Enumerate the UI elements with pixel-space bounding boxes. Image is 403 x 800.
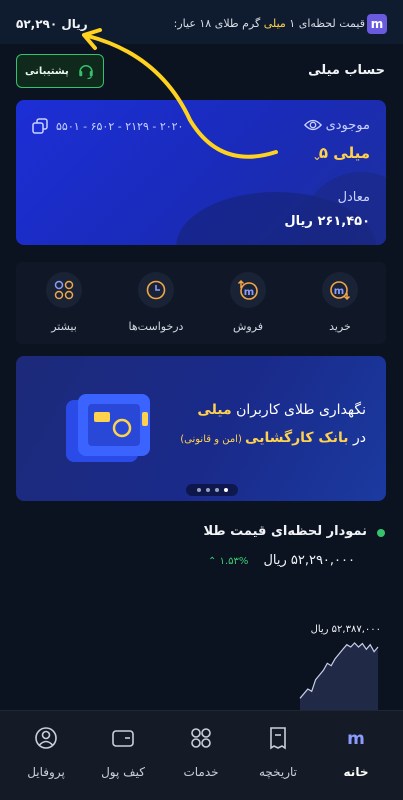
copy-icon[interactable] (32, 118, 48, 134)
banner-text: در (348, 430, 366, 446)
profile-icon (35, 727, 57, 749)
home-icon: m (347, 729, 365, 749)
svg-text:m: m (334, 286, 344, 297)
card-decoration (301, 172, 386, 245)
price-ticker-label: قیمت لحظه‌ای ۱ میلی گرم طلای ۱۸ عیار: (174, 17, 365, 30)
support-button[interactable]: پشتیبانی (16, 54, 104, 88)
chart-area-fill (300, 643, 378, 710)
action-label: فروش (232, 320, 264, 333)
chart-title: نمودار لحظه‌ای قیمت طلا (203, 524, 367, 539)
chart-current-value: ۵۲,۲۹۰,۰۰۰ ریال (263, 553, 355, 568)
banner-line-2: در بانک کارگشایی (امن و قانونی) (180, 430, 366, 446)
equivalent-value: ۲۶۱,۴۵۰ ریال (284, 214, 370, 229)
banner-text: نگهداری طلای کاربران (231, 402, 366, 418)
nav-profile[interactable]: پروفایل (10, 725, 82, 785)
support-label: پشتیبانی (25, 65, 69, 77)
nav-wallet[interactable]: کیف پول (87, 725, 159, 785)
chart-change: ⌃ ۱.۵۳% (208, 556, 248, 567)
bottom-navigation: m خانه تاریخچه خدمات کیف پول پروفایل (0, 710, 403, 800)
nav-services[interactable]: خدمات (165, 725, 237, 785)
account-number: ۲۰۲۰ - ۲۱۲۹ - ۶۵۰۲ - ۵۵۰۱ (56, 120, 184, 133)
action-label: خرید (329, 320, 351, 333)
carousel-dot-active[interactable] (223, 488, 228, 492)
up-arrow-icon: ⌃ (208, 556, 217, 567)
ticker-text-1: قیمت لحظه‌ای ۱ (285, 17, 365, 30)
nav-label: تاریخچه (258, 765, 298, 779)
nav-home[interactable]: m خانه (320, 725, 392, 785)
price-line-chart (299, 642, 379, 710)
chart-change-value: ۱.۵۳% (219, 556, 249, 567)
headset-icon (79, 65, 93, 80)
grid-icon (46, 272, 82, 308)
carousel-indicator[interactable] (186, 484, 238, 496)
buy-icon: m (322, 272, 358, 308)
eye-icon[interactable] (304, 117, 322, 133)
carousel-dot[interactable] (214, 488, 219, 492)
action-more[interactable]: بیشتر (18, 262, 110, 344)
quick-actions: m خرید m فروش درخواست‌ها بیشتر (16, 262, 386, 344)
nav-label: خانه (343, 765, 369, 779)
ticker-highlight: میلی (263, 17, 286, 30)
nav-label: خدمات (183, 765, 219, 779)
clock-icon (138, 272, 174, 308)
ticker-text-2: گرم طلای ۱۸ عیار: (173, 17, 264, 30)
wallet-icon (112, 730, 134, 747)
services-icon (191, 728, 211, 748)
action-buy[interactable]: m خرید (294, 262, 386, 344)
equivalent-label: معادل (337, 190, 370, 205)
action-label: بیشتر (51, 320, 77, 333)
banner-highlight: میلی (197, 402, 232, 418)
top-bar: ۵۲,۲۹۰ ریال قیمت لحظه‌ای ۱ میلی گرم طلای… (0, 0, 403, 44)
action-requests[interactable]: درخواست‌ها (110, 262, 202, 344)
balance-value[interactable]: ۵ میلی (319, 144, 370, 162)
banner-highlight: بانک کارگشایی (245, 430, 349, 446)
safe-icon (66, 394, 150, 462)
app-logo-icon: m (367, 14, 387, 34)
nav-history[interactable]: تاریخچه (242, 725, 314, 785)
promo-banner[interactable]: نگهداری طلای کاربران میلی در بانک کارگشا… (16, 356, 386, 501)
balance-label: موجودی (325, 118, 370, 133)
carousel-dot[interactable] (205, 488, 210, 492)
action-sell[interactable]: m فروش (202, 262, 294, 344)
balance-card: ۲۰۲۰ - ۲۱۲۹ - ۶۵۰۲ - ۵۵۰۱ موجودی ⌄ ۵ میل… (16, 100, 386, 245)
nav-label: پروفایل (27, 765, 65, 779)
live-dot (377, 529, 385, 537)
carousel-dot[interactable] (196, 488, 201, 492)
banner-subtext: (امن و قانونی) (180, 434, 246, 445)
nav-label: کیف پول (101, 765, 145, 779)
svg-text:m: m (347, 729, 365, 749)
sell-icon: m (230, 272, 266, 308)
receipt-icon (270, 727, 286, 750)
account-title: حساب میلی (308, 63, 385, 78)
banner-line-1: نگهداری طلای کاربران میلی (197, 402, 366, 418)
action-label: درخواست‌ها (128, 320, 184, 333)
gold-price: ۵۲,۲۹۰ ریال (16, 17, 88, 31)
svg-text:m: m (244, 287, 254, 298)
